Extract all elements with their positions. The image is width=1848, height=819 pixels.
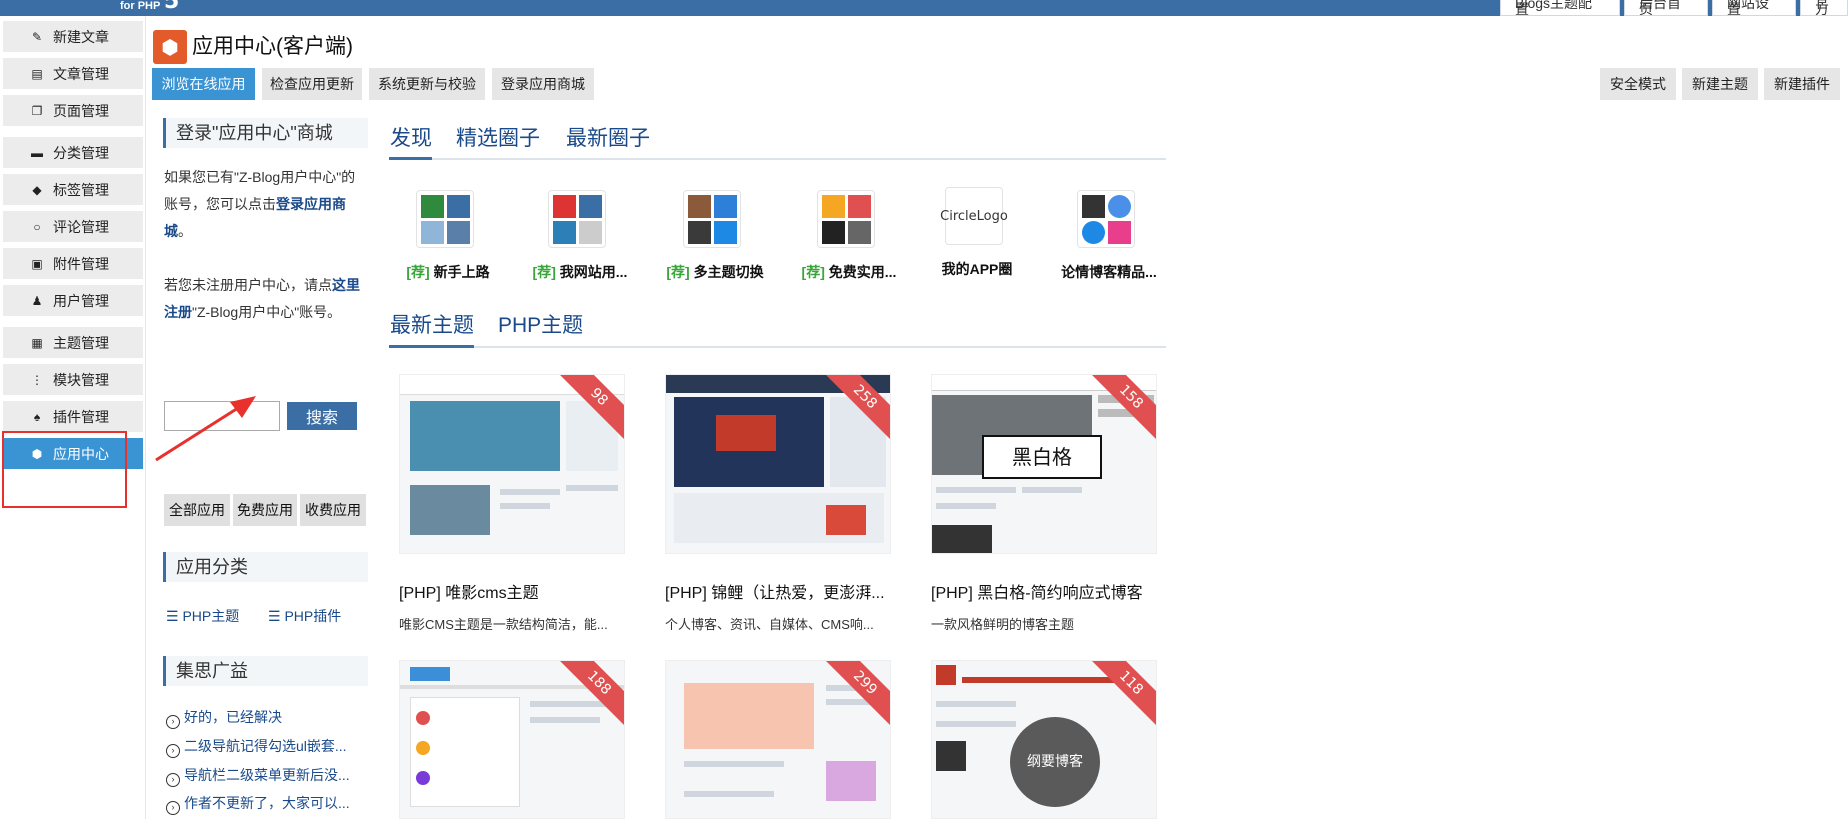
theme-thumbnail-overlay: 纲要博客 [1010,717,1100,807]
circle-logo-icon [1077,190,1135,248]
tab-latest-circles[interactable]: 最新圈子 [566,124,650,154]
new-plugin-button[interactable]: 新建插件 [1764,68,1840,100]
sidebar-item-article-manage[interactable]: ▤ 文章管理 [3,58,143,90]
top-tab-dashboard[interactable]: 后台首页 [1624,0,1708,16]
top-tab-blogs-config[interactable]: Blogs主题配置 [1500,0,1620,16]
tab-php-themes[interactable]: PHP主题 [498,311,583,341]
themes-tab-indicator [389,345,474,348]
themes-tab-divider [389,346,1166,348]
circle-logo-icon [548,190,606,248]
logo-subtitle: for PHP [120,0,161,12]
theme-title[interactable]: [PHP] 唯影cms主题 [399,579,625,603]
user-icon: ♟ [31,293,43,308]
circle-logo-icon [683,190,741,248]
theme-count-ribbon: 118 [1083,661,1156,731]
app-center-logo-icon: ⬢ [153,30,187,64]
theme-thumbnail: 黑白格 158 [931,374,1157,554]
feedback-section-heading: 集思广益 [163,656,368,686]
theme-title[interactable]: [PHP] 黑白格-简约响应式博客 [931,579,1157,603]
tab-system-update[interactable]: 系统更新与校验 [369,68,485,100]
chevron-right-icon: › [166,744,180,758]
broken-image-icon: CircleLogo [940,187,1008,245]
login-instructions: 如果您已有"Z-Blog用户中心"的账号，您可以点击登录应用商城。 [164,169,356,239]
search-button[interactable]: 搜索 [287,402,357,430]
chevron-right-icon: › [166,801,180,815]
register-instructions: 若您未注册用户中心，请点这里注册"Z-Blog用户中心"账号。 [164,277,360,320]
theme-thumbnail: 188 [399,660,625,819]
top-tab-official[interactable]: 官方 [1800,0,1848,16]
theme-thumbnail: 258 [665,374,891,554]
theme-thumbnail: 299 [665,660,891,819]
tag-icon: ◆ [32,182,42,197]
tab-browse-online-apps[interactable]: 浏览在线应用 [152,68,255,100]
edit-icon: ✎ [31,29,43,44]
sidebar-item-new-article[interactable]: ✎ 新建文章 [3,21,143,53]
safe-mode-button[interactable]: 安全模式 [1600,68,1676,100]
theme-thumbnail: 98 [399,374,625,554]
pages-icon: ❐ [31,103,43,118]
filter-free-apps-button[interactable]: 免费应用 [233,494,297,526]
discover-tab-divider [389,158,1166,160]
circle-logo-icon [416,190,474,248]
tab-discover[interactable]: 发现 [390,124,432,154]
logo[interactable]: 5 [164,0,179,14]
tab-login-app-store[interactable]: 登录应用商城 [492,68,594,100]
sidebar-item-theme-manage[interactable]: ▦ 主题管理 [3,327,143,359]
theme-icon: ▦ [31,335,43,350]
sidebar-item-category-manage[interactable]: ▬ 分类管理 [3,137,143,169]
theme-thumbnail: 纲要博客 118 [931,660,1157,819]
new-theme-button[interactable]: 新建主题 [1682,68,1758,100]
sidebar-item-attachment-manage[interactable]: ▣ 附件管理 [3,248,143,280]
circle-logo-icon [817,190,875,248]
tab-latest-themes[interactable]: 最新主题 [390,311,474,341]
sidebar-item-plugin-manage[interactable]: ♠ 插件管理 [3,401,143,433]
theme-description: 唯影CMS主题是一款结构简洁，能... [399,617,608,632]
news-item[interactable]: › 作者不更新了，大家可以... [166,793,350,815]
category-php-plugin-link[interactable]: ☰ PHP插件 [268,606,341,626]
theme-title[interactable]: [PHP] 锦鲤（让热爱，更澎湃... [665,579,891,603]
sidebar-item-page-manage[interactable]: ❐ 页面管理 [3,95,143,127]
news-item[interactable]: › 导航栏二级菜单更新后没... [166,765,350,787]
page-title: 应用中心(客户端) [192,35,353,58]
category-php-theme-link[interactable]: ☰ PHP主题 [166,606,239,626]
filter-all-apps-button[interactable]: 全部应用 [164,494,230,526]
sidebar-item-module-manage[interactable]: ⋮ 模块管理 [3,364,143,396]
sidebar-item-tag-manage[interactable]: ◆ 标签管理 [3,174,143,206]
document-icon: ▤ [31,66,43,81]
sidebar-item-comment-manage[interactable]: ○ 评论管理 [3,211,143,243]
news-item[interactable]: › 二级导航记得勾选ul嵌套... [166,736,347,758]
news-item[interactable]: › 好的，已经解决 [166,707,282,729]
attachment-icon: ▣ [31,256,43,271]
tab-featured-circles[interactable]: 精选圈子 [456,124,540,154]
filter-paid-apps-button[interactable]: 收费应用 [300,494,366,526]
list-icon: ☰ [268,608,285,624]
theme-count-ribbon: 299 [817,661,890,731]
sidebar-item-user-manage[interactable]: ♟ 用户管理 [3,285,143,317]
comment-icon: ○ [33,219,41,234]
login-section-heading: 登录"应用中心"商城 [163,118,368,148]
theme-thumbnail-overlay: 黑白格 [982,435,1102,479]
discover-tab-indicator [389,157,432,160]
list-icon: ☰ [166,608,183,624]
chevron-right-icon: › [166,715,180,729]
top-tab-site-settings[interactable]: 网站设置 [1712,0,1796,16]
plugin-icon: ♠ [33,409,41,424]
annotation-highlight-box [2,431,127,508]
module-icon: ⋮ [31,372,43,387]
theme-description: 个人博客、资讯、自媒体、CMS响... [665,617,874,632]
tab-check-app-updates[interactable]: 检查应用更新 [262,68,362,100]
theme-description: 一款风格鲜明的博客主题 [931,617,1075,632]
chevron-right-icon: › [166,773,180,787]
annotation-arrow [155,396,256,462]
category-section-heading: 应用分类 [163,552,368,582]
folder-icon: ▬ [31,145,43,160]
